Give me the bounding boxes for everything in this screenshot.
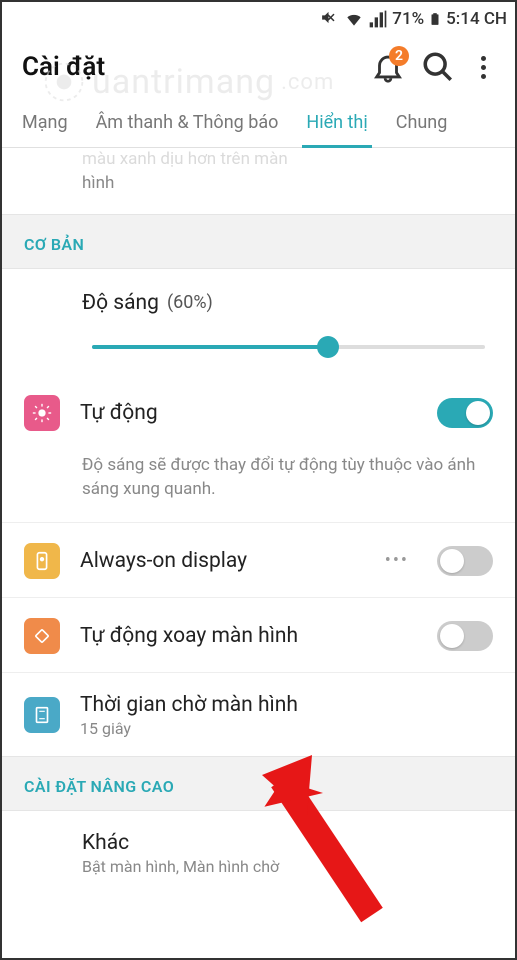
screen-timeout-value: 15 giây (80, 719, 493, 738)
aod-label: Always-on display (80, 549, 365, 573)
tab-display[interactable]: Hiển thị (292, 100, 381, 147)
screen-timeout-label: Thời gian chờ màn hình (80, 693, 493, 717)
auto-rotate-row[interactable]: Tự động xoay màn hình (2, 598, 515, 673)
search-icon (421, 50, 455, 84)
tab-network[interactable]: Mạng (8, 100, 82, 147)
dot-icon (481, 56, 486, 61)
tab-bar: Mạng Âm thanh & Thông báo Hiển thị Chung (2, 100, 515, 148)
section-basic: CƠ BẢN (2, 214, 515, 269)
auto-brightness-label: Tự động (80, 401, 417, 425)
search-button[interactable] (421, 50, 455, 84)
clipped-setting-desc: màu xanh dịu hơn trên màn hình (2, 148, 515, 214)
auto-brightness-row[interactable]: Tự động (2, 375, 515, 449)
auto-brightness-toggle[interactable] (437, 398, 493, 428)
more-menu-button[interactable] (471, 56, 495, 79)
settings-list[interactable]: màu xanh dịu hơn trên màn hình CƠ BẢN Độ… (2, 148, 515, 894)
aod-more-icon[interactable]: ••• (385, 550, 409, 571)
battery-icon (428, 8, 442, 30)
aod-row[interactable]: Always-on display ••• (2, 523, 515, 598)
slider-thumb[interactable] (317, 336, 339, 358)
app-header: Cài đặt 2 (2, 36, 515, 100)
status-time: 5:14 CH (446, 9, 507, 29)
status-bar: 71% 5:14 CH (2, 2, 515, 36)
wifi-icon (344, 9, 364, 29)
section-advanced: CÀI ĐẶT NÂNG CAO (2, 756, 515, 811)
brightness-row: Độ sáng (60%) (2, 269, 515, 319)
brightness-auto-icon (24, 395, 60, 431)
notification-badge: 2 (389, 46, 409, 66)
brightness-percent: (60%) (167, 292, 213, 313)
brightness-slider[interactable] (92, 335, 485, 359)
timeout-icon (24, 697, 60, 733)
tab-sound[interactable]: Âm thanh & Thông báo (82, 100, 293, 147)
screen-timeout-row[interactable]: Thời gian chờ màn hình 15 giây (2, 673, 515, 756)
dot-icon (481, 65, 486, 70)
auto-rotate-label: Tự động xoay màn hình (80, 624, 417, 648)
other-row[interactable]: Khác Bật màn hình, Màn hình chờ (2, 811, 515, 894)
other-label: Khác (82, 831, 493, 855)
tab-general[interactable]: Chung (382, 100, 462, 147)
page-title: Cài đặt (22, 52, 355, 82)
auto-brightness-description: Độ sáng sẽ được thay đổi tự động tùy thu… (2, 449, 515, 523)
other-sub: Bật màn hình, Màn hình chờ (82, 857, 493, 876)
auto-rotate-toggle[interactable] (437, 621, 493, 651)
aod-icon (24, 543, 60, 579)
aod-toggle[interactable] (437, 546, 493, 576)
brightness-label: Độ sáng (82, 291, 159, 315)
dot-icon (481, 74, 486, 79)
battery-percent: 71% (392, 9, 424, 29)
signal-icon (368, 9, 388, 29)
notifications-button[interactable]: 2 (371, 50, 405, 84)
mute-icon (320, 9, 340, 29)
rotate-icon (24, 618, 60, 654)
